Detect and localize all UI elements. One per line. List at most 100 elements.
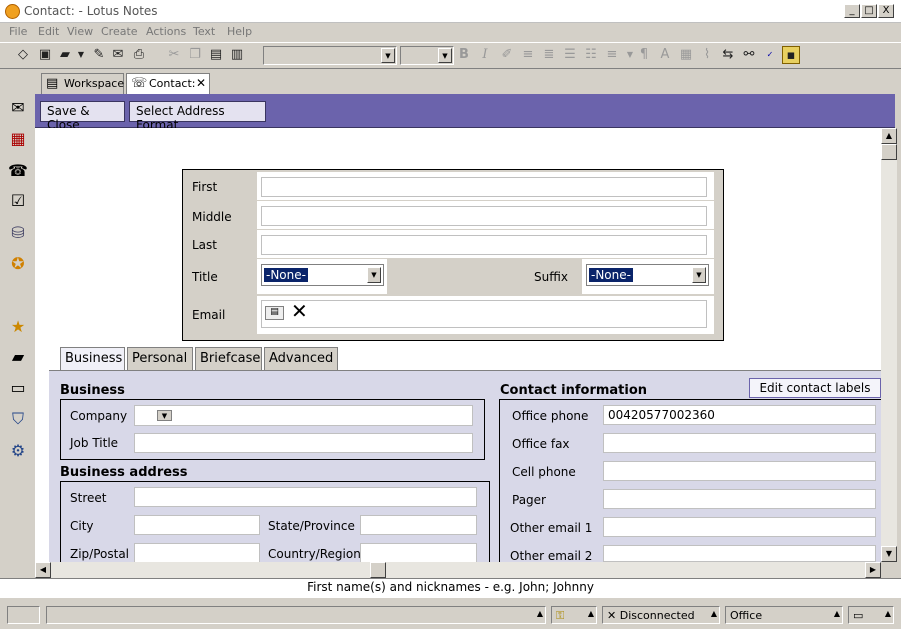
attach-icon[interactable]: ⌇ <box>698 46 716 64</box>
connection-status[interactable]: ✕ Disconnected ▲ <box>602 606 720 624</box>
print-icon[interactable]: ⎙ <box>130 46 148 64</box>
location-selector[interactable]: Office ▲ <box>725 606 843 624</box>
more-bookmarks-icon[interactable]: ⚙ <box>6 440 30 462</box>
font-color-icon[interactable]: A <box>656 46 674 64</box>
close-window-button[interactable]: X <box>878 4 894 18</box>
style-select[interactable]: ▼ <box>263 46 397 65</box>
databases-bookmark-icon[interactable]: ▰ <box>6 346 30 368</box>
history-bookmark-icon[interactable]: ⛉ <box>6 408 30 430</box>
last-name-input[interactable] <box>261 235 707 255</box>
scroll-up-button[interactable]: ▲ <box>881 128 897 144</box>
clear-x-icon[interactable]: ✕ <box>291 301 308 321</box>
middle-name-input[interactable] <box>261 206 707 226</box>
first-name-input[interactable] <box>261 177 707 197</box>
status-message[interactable]: ▲ <box>46 606 546 624</box>
other-email-1-input[interactable] <box>603 517 876 537</box>
todo-bookmark-icon[interactable]: ☑ <box>6 190 30 212</box>
align-left-icon[interactable]: ≡ <box>519 46 537 64</box>
menu-view[interactable]: View <box>67 25 93 38</box>
tab-advanced[interactable]: Advanced <box>264 347 338 370</box>
tab-contact[interactable]: ☏ Contact: ✕ <box>126 73 210 94</box>
inbox-status[interactable]: ▭ ▲ <box>848 606 894 624</box>
spellcheck-icon[interactable]: ✓ <box>761 46 779 64</box>
paste-icon[interactable]: ▤ <box>207 46 225 64</box>
table-icon[interactable]: ▦ <box>677 46 695 64</box>
calendar-bookmark-icon[interactable]: ▦ <box>6 128 30 150</box>
new-icon[interactable]: ◇ <box>14 46 32 64</box>
menu-edit[interactable]: Edit <box>38 25 59 38</box>
tab-business[interactable]: Business <box>60 347 125 371</box>
scroll-down-button[interactable]: ▼ <box>881 546 897 562</box>
other-email-2-input[interactable] <box>603 545 876 562</box>
zip-input[interactable] <box>134 543 260 563</box>
text-properties-icon[interactable]: ¶ <box>635 46 653 64</box>
tab-briefcase[interactable]: Briefcase <box>195 347 262 370</box>
country-input[interactable] <box>360 543 477 563</box>
welcome-bookmark-icon[interactable]: ✪ <box>6 253 30 275</box>
tab-workspace[interactable]: ▤ Workspace <box>41 73 124 94</box>
minimize-button[interactable]: _ <box>844 4 860 18</box>
maximize-button[interactable]: □ <box>861 4 877 18</box>
scroll-left-button[interactable]: ◀ <box>35 562 51 578</box>
office-fax-input[interactable] <box>603 433 876 453</box>
menu-create[interactable]: Create <box>101 25 138 38</box>
contacts-bookmark-icon[interactable]: ☎ <box>6 160 30 182</box>
menu-actions[interactable]: Actions <box>146 25 186 38</box>
tab-personal[interactable]: Personal <box>127 347 193 370</box>
menu-help[interactable]: Help <box>227 25 252 38</box>
align-center-icon[interactable]: ≣ <box>540 46 558 64</box>
bullet-list-icon[interactable]: ☰ <box>561 46 579 64</box>
highlight-icon[interactable]: ✐ <box>498 46 516 64</box>
indent-icon[interactable]: ≡ <box>603 46 621 64</box>
office-fax-label: Office fax <box>512 437 570 451</box>
paste-special-icon[interactable]: ▥ <box>228 46 246 64</box>
title-bar: Contact: - Lotus Notes _ □ X <box>0 0 901 23</box>
title-select[interactable]: -None- ▼ <box>261 264 384 286</box>
properties-icon[interactable]: ▪ <box>782 46 800 64</box>
job-title-input[interactable] <box>134 433 473 453</box>
suffix-select[interactable]: -None- ▼ <box>586 264 709 286</box>
office-phone-input[interactable]: 00420577002360 <box>603 405 876 425</box>
mail-bookmark-icon[interactable]: ✉ <box>6 97 30 119</box>
edit-contact-labels-button[interactable]: Edit contact labels <box>749 378 881 398</box>
replication-status[interactable]: ⚿ ▲ <box>551 606 597 624</box>
favorites-bookmark-icon[interactable]: ★ <box>6 316 30 338</box>
cut-icon[interactable]: ✂ <box>165 46 183 64</box>
replication-icon: ⚿ <box>556 609 565 622</box>
address-card-icon[interactable]: ▤ <box>265 306 284 320</box>
status-indicator[interactable] <box>7 606 40 624</box>
link-icon[interactable]: ⇆ <box>719 46 737 64</box>
close-tab-icon[interactable]: ✕ <box>196 76 206 90</box>
scroll-right-button[interactable]: ▶ <box>865 562 881 578</box>
folder-bookmark-icon[interactable]: ▭ <box>6 377 30 399</box>
edit-document-icon[interactable]: ✎ <box>90 46 108 64</box>
state-input[interactable] <box>360 515 477 535</box>
horizontal-scrollbar[interactable] <box>35 562 881 578</box>
save-close-button[interactable]: Save & Close <box>40 101 125 132</box>
italic-icon[interactable]: I <box>476 46 494 64</box>
menu-text[interactable]: Text <box>193 25 215 38</box>
copy-icon[interactable]: ❐ <box>186 46 204 64</box>
chevron-down-icon[interactable]: ▼ <box>692 267 706 283</box>
city-input[interactable] <box>134 515 260 535</box>
bold-icon[interactable]: B <box>455 46 473 64</box>
email-input[interactable] <box>261 300 707 328</box>
select-address-format-button[interactable]: Select Address Format <box>129 101 266 132</box>
number-list-icon[interactable]: ☷ <box>582 46 600 64</box>
vertical-scroll-thumb[interactable] <box>881 144 897 160</box>
cell-phone-input[interactable] <box>603 461 876 481</box>
menu-file[interactable]: File <box>9 25 27 38</box>
street-input[interactable] <box>134 487 477 507</box>
pager-input[interactable] <box>603 489 876 509</box>
horizontal-scroll-thumb[interactable] <box>370 562 386 578</box>
open-dropdown-icon[interactable]: ▼ <box>72 46 90 64</box>
replicator-bookmark-icon[interactable]: ⛁ <box>6 222 30 244</box>
find-binoculars-icon[interactable]: ⚯ <box>740 46 758 64</box>
mail-icon[interactable]: ✉ <box>109 46 127 64</box>
chevron-down-icon[interactable]: ▼ <box>157 410 172 421</box>
chevron-down-icon[interactable]: ▼ <box>367 267 381 283</box>
font-size-select[interactable]: ▼ <box>400 46 454 65</box>
vertical-scrollbar[interactable] <box>881 128 897 562</box>
save-icon[interactable]: ▣ <box>36 46 54 64</box>
company-input[interactable]: ▼ <box>134 405 473 426</box>
